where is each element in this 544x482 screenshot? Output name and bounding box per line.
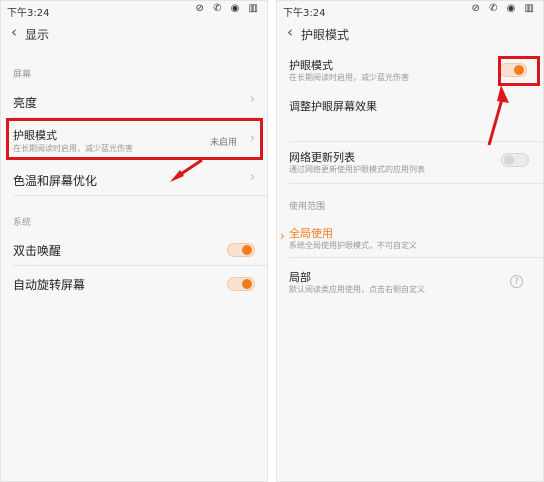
row-auto-rotate[interactable]: 自动旋转屏幕 [1, 271, 267, 297]
section-label-scope: 使用范围 [289, 202, 326, 212]
row-double-tap-wake[interactable]: 双击唤醒 [1, 237, 267, 263]
divider [13, 195, 267, 196]
back-icon[interactable]: ‹ [287, 23, 293, 41]
red-arrow-icon [487, 85, 509, 146]
right-screen: 下午3:24 ⊘ ✆ ◉ ▥ ‹ 护眼模式 护眼模式 在长期阅读时启用，减少蓝光… [276, 0, 544, 482]
row-label: 全局使用 [289, 227, 333, 240]
row-brightness[interactable]: 亮度 › [1, 89, 267, 115]
back-icon[interactable]: ‹ [11, 23, 17, 41]
highlight-box [6, 118, 263, 160]
info-icon[interactable]: ? [510, 275, 523, 288]
header: ‹ 显示 [1, 21, 267, 45]
row-color-temperature[interactable]: 色温和屏幕优化 › [1, 167, 267, 193]
status-time: 下午3:24 [283, 8, 326, 19]
status-bar: 下午3:24 ⊘ ✆ ◉ ▥ [277, 1, 543, 19]
row-label: 局部 [289, 271, 311, 284]
row-subtitle: 系统全局使用护眼模式，不可自定义 [289, 241, 417, 250]
section-label-screen: 屏幕 [13, 70, 32, 80]
divider [13, 265, 267, 266]
toggle-knob [242, 245, 252, 255]
row-label: 自动旋转屏幕 [13, 278, 86, 292]
status-bar: 下午3:24 ⊘ ✆ ◉ ▥ [1, 1, 267, 19]
chevron-right-icon: › [249, 92, 255, 107]
left-screen: 下午3:24 ⊘ ✆ ◉ ▥ ‹ 显示 屏幕 亮度 › 护眼模式 在长期阅读时启… [0, 0, 268, 482]
row-subtitle: 默认阅读类应用使用，点击右侧自定义 [289, 285, 425, 294]
row-label: 亮度 [13, 96, 38, 110]
status-time: 下午3:24 [7, 8, 50, 19]
header: ‹ 护眼模式 [277, 21, 543, 45]
row-partial-use[interactable]: 局部 默认阅读类应用使用，点击右侧自定义 ? [277, 267, 543, 297]
toggle-switch[interactable] [501, 153, 529, 167]
section-label-system: 系统 [13, 218, 32, 228]
status-icons: ⊘ ✆ ◉ ▥ [471, 3, 537, 14]
page-title: 护眼模式 [301, 28, 350, 42]
toggle-switch[interactable] [227, 243, 255, 257]
divider [289, 257, 543, 258]
toggle-knob [504, 155, 514, 165]
row-label: 双击唤醒 [13, 244, 62, 258]
status-icons: ⊘ ✆ ◉ ▥ [195, 3, 261, 14]
row-label: 护眼模式 [289, 59, 333, 72]
toggle-switch[interactable] [227, 277, 255, 291]
row-network-update[interactable]: 网络更新列表 通过网络更新使用护眼模式的应用列表 [277, 147, 543, 179]
row-label: 色温和屏幕优化 [13, 174, 98, 188]
selected-marker-icon: › [280, 229, 285, 243]
toggle-knob [242, 279, 252, 289]
red-arrow-icon [170, 158, 203, 182]
row-subtitle: 通过网络更新使用护眼模式的应用列表 [289, 165, 425, 174]
divider [289, 183, 543, 184]
row-subtitle: 在长期阅读时启用，减少蓝光伤害 [289, 73, 409, 82]
row-label: 网络更新列表 [289, 151, 355, 164]
chevron-right-icon: › [249, 170, 255, 185]
page-title: 显示 [25, 28, 50, 42]
highlight-box [498, 56, 540, 86]
row-global-use[interactable]: › 全局使用 系统全局使用护眼模式，不可自定义 [277, 223, 543, 253]
row-label: 调整护眼屏幕效果 [289, 100, 377, 113]
